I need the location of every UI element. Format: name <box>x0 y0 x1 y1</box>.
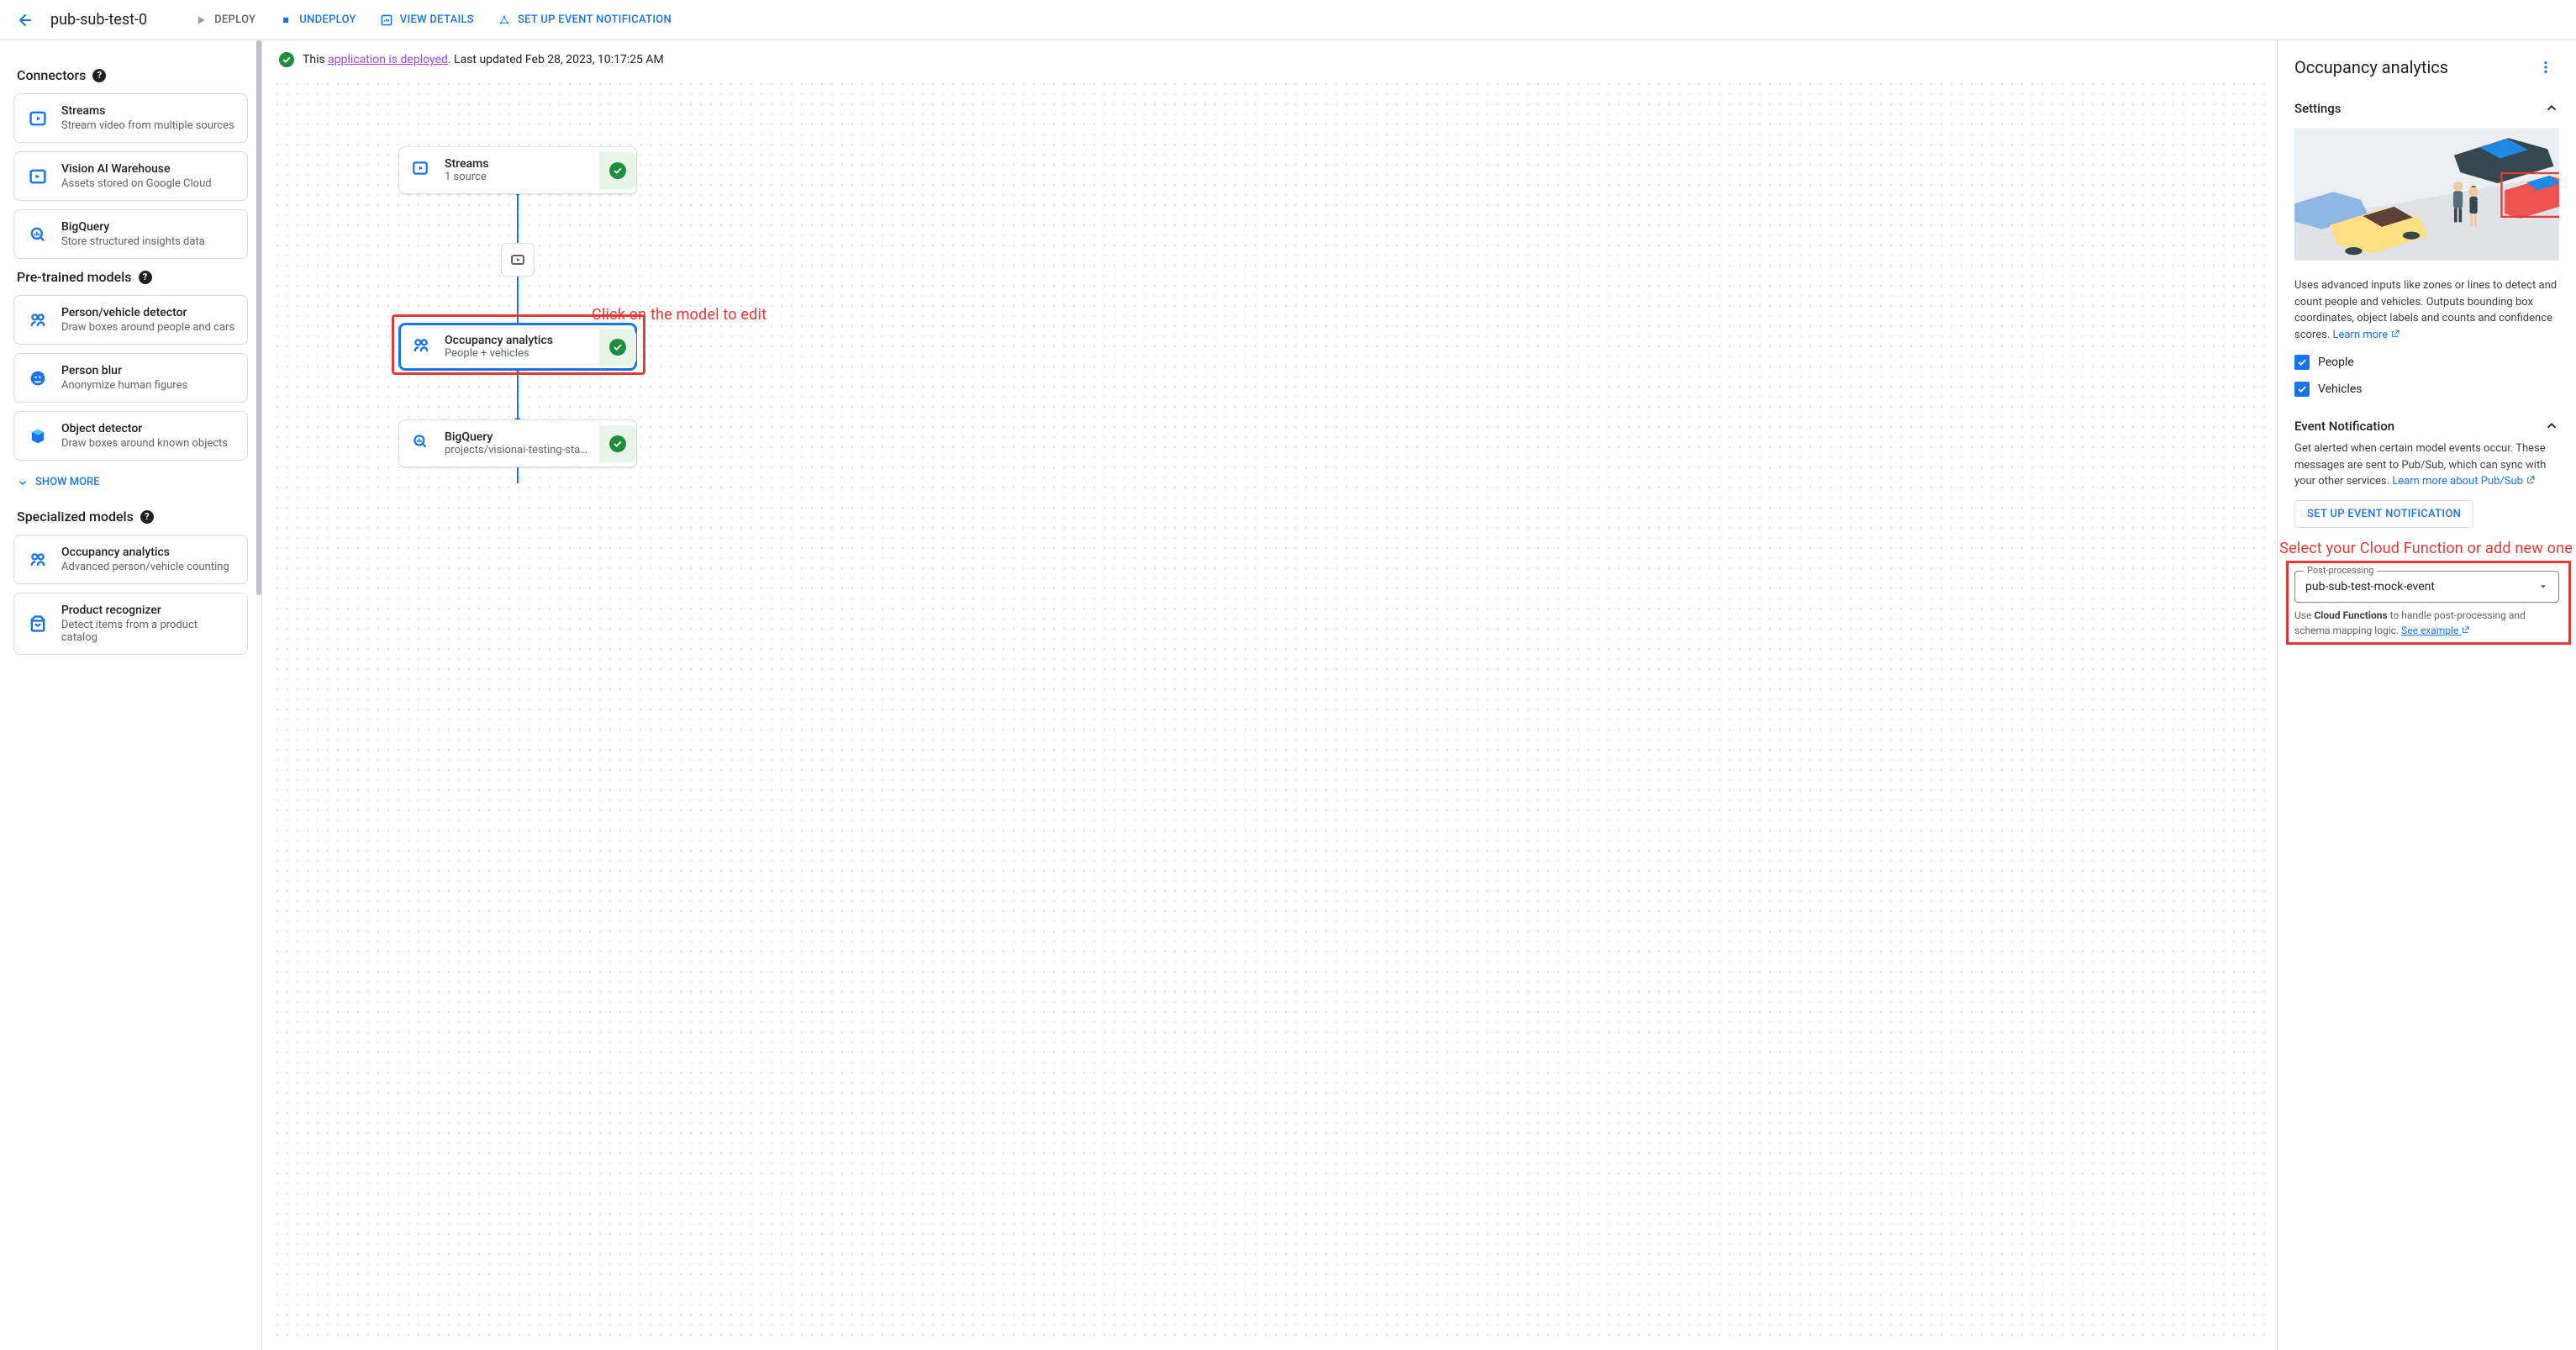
specialized-heading: Specialized models ? <box>17 509 248 525</box>
back-button[interactable] <box>7 3 40 37</box>
card-subtitle: Draw boxes around people and cars <box>61 321 234 334</box>
product-icon <box>26 612 50 635</box>
card-title: Vision AI Warehouse <box>61 162 212 176</box>
settings-description: Uses advanced inputs like zones or lines… <box>2294 277 2559 343</box>
sidebar-item[interactable]: StreamsStream video from multiple source… <box>13 93 248 143</box>
object-icon <box>26 425 50 448</box>
page-title: pub-sub-test-0 <box>50 11 147 29</box>
chart-icon <box>380 13 393 27</box>
external-icon <box>2390 329 2400 339</box>
node-bigquery[interactable]: BigQuery projects/visionai-testing-stabl… <box>398 419 637 467</box>
card-title: Object detector <box>61 422 228 435</box>
event-description: Get alerted when certain model events oc… <box>2294 440 2559 490</box>
network-icon <box>498 13 511 27</box>
annotation-click-model: Click on the model to edit <box>592 306 766 324</box>
sidebar: Connectors ? StreamsStream video from mu… <box>0 40 262 1350</box>
card-subtitle: Advanced person/vehicle counting <box>61 561 229 573</box>
deploy-button[interactable]: DEPLOY <box>184 7 266 34</box>
sidebar-item[interactable]: BigQueryStore structured insights data <box>13 209 248 259</box>
sidebar-item[interactable]: Vision AI WarehouseAssets stored on Goog… <box>13 151 248 201</box>
card-subtitle: Assets stored on Google Cloud <box>61 177 212 190</box>
card-subtitle: Draw boxes around known objects <box>61 437 228 450</box>
graph-canvas[interactable]: Streams 1 source Click on the model to e… <box>272 79 2267 1340</box>
sidebar-item[interactable]: Person blur Anonymize human figures <box>13 353 248 403</box>
people-icon <box>411 335 435 359</box>
play-icon <box>194 13 208 27</box>
learn-more-link[interactable]: Learn more <box>2332 329 2400 341</box>
sidebar-item[interactable]: Product recognizer Detect items from a pr… <box>13 593 248 655</box>
node-occupancy[interactable]: Occupancy analytics People + vehicles <box>398 323 637 371</box>
card-title: Person/vehicle detector <box>61 306 234 319</box>
card-subtitle: Store structured insights data <box>61 235 205 248</box>
event-section-toggle[interactable]: Event Notification <box>2294 409 2559 440</box>
undeploy-button[interactable]: UNDEPLOY <box>269 7 366 34</box>
vehicles-checkbox-row[interactable]: Vehicles <box>2294 382 2559 397</box>
card-title: Occupancy analytics <box>61 546 229 559</box>
card-title: Streams <box>61 104 234 118</box>
card-subtitle: Stream video from multiple sources <box>61 119 234 132</box>
connectors-heading: Connectors ? <box>17 67 248 83</box>
sidebar-item[interactable]: Person/vehicle detector Draw boxes around… <box>13 295 248 345</box>
bigquery-icon <box>26 223 50 246</box>
sidebar-item[interactable]: Occupancy analytics Advanced person/vehic… <box>13 535 248 584</box>
blur-icon <box>26 367 50 390</box>
sidebar-item[interactable]: Object detector Draw boxes around known o… <box>13 411 248 461</box>
chevron-up-icon <box>2544 101 2559 116</box>
status-link[interactable]: application is deployed <box>328 53 448 66</box>
streams-icon <box>411 159 435 182</box>
card-subtitle: Anonymize human figures <box>61 379 187 392</box>
chevron-up-icon <box>2544 419 2559 434</box>
external-icon <box>2526 475 2536 485</box>
pv-icon <box>26 308 50 332</box>
status-check-icon <box>599 152 636 189</box>
streams-icon <box>26 107 50 130</box>
details-title: Occupancy analytics <box>2294 57 2448 77</box>
bigquery-icon <box>411 432 435 456</box>
checkbox-checked-icon <box>2294 355 2310 370</box>
dropdown-icon <box>2538 582 2548 592</box>
warehouse-icon <box>26 165 50 188</box>
show-more-button[interactable]: SHOW MORE <box>13 469 248 495</box>
details-panel: Occupancy analytics Settings <box>2277 40 2576 1350</box>
checkbox-checked-icon <box>2294 382 2310 397</box>
help-icon[interactable]: ? <box>92 69 106 82</box>
success-icon <box>279 52 294 67</box>
settings-section-toggle[interactable]: Settings <box>2294 91 2559 123</box>
people-checkbox-row[interactable]: People <box>2294 355 2559 370</box>
pretrained-heading: Pre-trained models ? <box>17 269 248 285</box>
more-menu-button[interactable] <box>2532 54 2559 81</box>
node-streams[interactable]: Streams 1 source <box>398 146 637 194</box>
view-details-button[interactable]: VIEW DETAILS <box>370 7 484 34</box>
status-text: This application is deployed. Last updat… <box>303 53 664 66</box>
post-processing-select[interactable]: Post-processing pub-sub-test-mock-event <box>2294 571 2559 603</box>
status-check-icon <box>599 329 636 366</box>
card-title: Product recognizer <box>61 604 235 617</box>
help-icon[interactable]: ? <box>140 510 154 524</box>
annotation-select-function: Select your Cloud Function or add new on… <box>2277 540 2573 557</box>
field-label: Post-processing <box>2304 565 2377 576</box>
card-title: BigQuery <box>61 220 205 234</box>
setup-event-notification-button[interactable]: SET UP EVENT NOTIFICATION <box>2294 500 2473 528</box>
pv-icon <box>26 548 50 572</box>
setup-event-button[interactable]: SET UP EVENT NOTIFICATION <box>487 7 682 34</box>
settings-illustration <box>2294 123 2559 266</box>
status-check-icon <box>599 425 636 462</box>
card-title: Person blur <box>61 364 187 377</box>
help-icon[interactable]: ? <box>139 271 152 284</box>
card-subtitle: Detect items from a product catalog <box>61 619 235 644</box>
mini-camera-node[interactable] <box>501 243 535 277</box>
stop-icon <box>279 13 292 27</box>
pubsub-link[interactable]: Learn more about Pub/Sub <box>2392 475 2536 488</box>
